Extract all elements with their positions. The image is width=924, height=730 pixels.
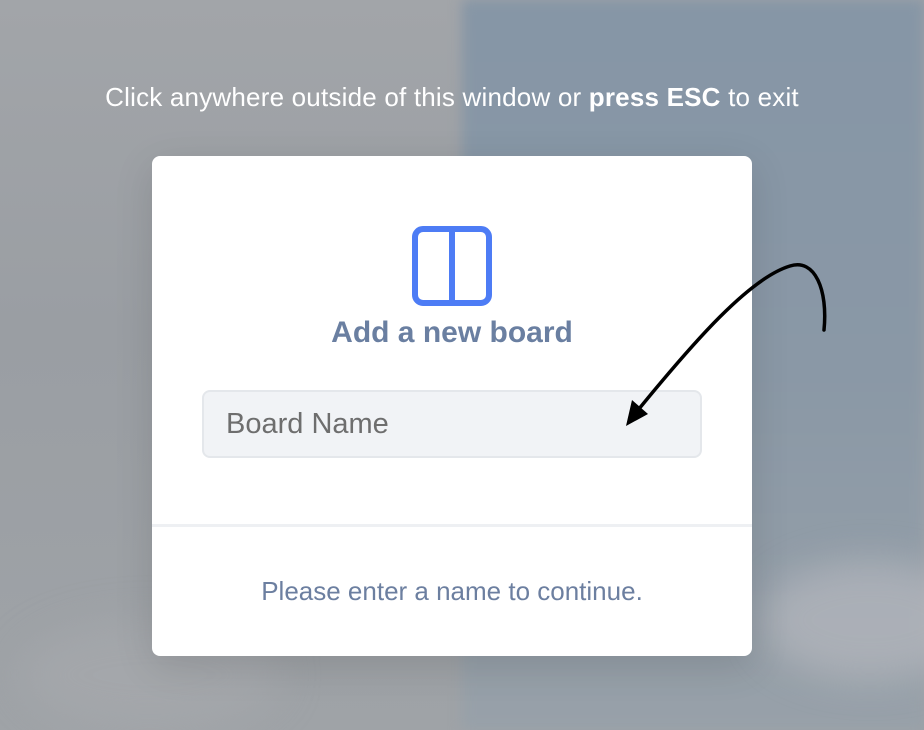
exit-hint-prefix: Click anywhere outside of this window or: [105, 82, 589, 112]
modal-title: Add a new board: [331, 316, 573, 349]
exit-hint-suffix: to exit: [720, 82, 799, 112]
footer-message: Please enter a name to continue.: [261, 576, 643, 606]
modal-backdrop[interactable]: Click anywhere outside of this window or…: [0, 0, 924, 730]
board-name-input[interactable]: [202, 390, 702, 458]
modal-divider: [152, 524, 752, 527]
board-columns-icon: [412, 226, 492, 306]
exit-hint-key: press ESC: [588, 82, 721, 112]
modal-body: Add a new board: [152, 156, 752, 526]
add-board-modal: Add a new board Please enter a name to c…: [152, 156, 752, 656]
exit-hint: Click anywhere outside of this window or…: [0, 82, 904, 113]
